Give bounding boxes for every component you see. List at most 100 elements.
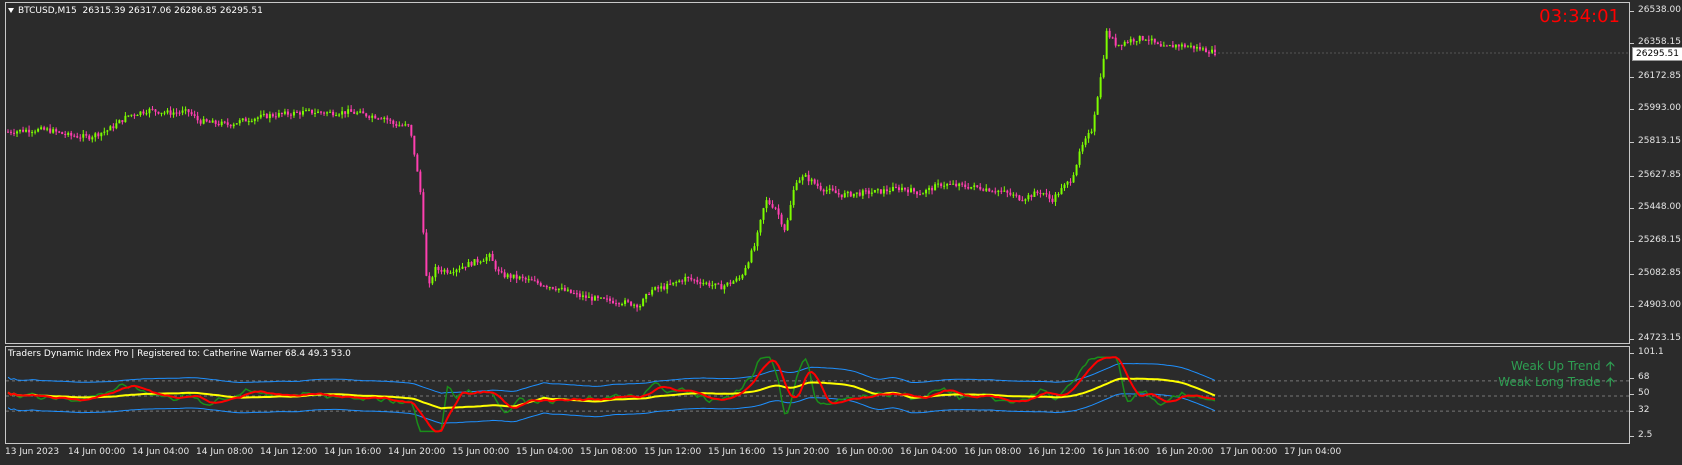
candle-body [1123,41,1126,46]
candle-body [756,232,759,247]
candle-body [1117,44,1120,46]
candle-body [10,131,13,133]
candle-body [265,113,268,119]
time-label: 15 Jun 20:00 [772,447,830,457]
candle-body [301,111,304,115]
candle-body [217,123,220,126]
candle-body [663,286,666,290]
candle-body [1183,44,1186,47]
candle-body [584,295,587,298]
candle-body [368,116,371,118]
candle-body [392,120,395,124]
candle-body [1087,132,1090,139]
candle-body [344,111,347,114]
candle-body [518,276,521,279]
collapse-arrow-icon[interactable] [8,8,14,13]
candle-body [1108,30,1111,38]
tdi-upper-band [7,362,1216,394]
candle-body [431,277,434,284]
candle-body [473,259,476,266]
candle-body [1024,199,1027,201]
candle-body [672,282,675,285]
candle-body [961,183,964,185]
candle-body [946,183,949,186]
candle-body [979,186,982,190]
time-label: 17 Jun 00:00 [1220,447,1278,457]
candle-body [55,129,58,132]
candle-body [599,297,602,299]
candle-body [280,112,283,114]
chart-window[interactable]: BTCUSD,M15 26315.39 26317.06 26286.85 26… [0,0,1682,465]
candle-body [1168,45,1171,47]
candle-body [765,200,768,209]
candle-body [1099,77,1102,98]
candle-body [37,128,40,132]
candle-body [988,188,991,192]
candle-body [121,120,124,123]
candle-body [973,185,976,187]
candle-body [25,129,28,132]
candle-body [557,288,560,291]
candle-body [259,114,262,118]
candle-body [1162,45,1165,47]
candle-body [1144,39,1147,41]
candle-body [633,304,636,306]
candle-body [52,129,55,133]
candle-body [274,116,277,118]
candle-body [816,183,819,186]
candle-body [846,191,849,194]
candle-body [1081,144,1084,152]
candle-body [903,187,906,190]
candle-body [509,274,512,278]
candle-body [386,117,389,120]
candle-body [323,112,326,114]
candle-body [651,289,654,295]
candle-body [488,253,491,258]
symbol-header: BTCUSD,M15 26315.39 26317.06 26286.85 26… [8,6,263,16]
candle-body [482,260,485,262]
candle-body [870,192,873,194]
candle-body [1156,42,1159,44]
candle-body [383,117,386,120]
candle-body [675,282,678,284]
candle-body [780,214,783,225]
candle-body [34,131,37,133]
candle-body [964,184,967,188]
candle-body [681,280,684,282]
candle-body [503,272,506,278]
candle-body [569,289,572,294]
candle-body [88,135,91,140]
candle-body [292,111,295,116]
candle-body [732,281,735,284]
candle-body [304,110,307,112]
candle-body [955,183,958,187]
candle-body [593,296,596,301]
candle-body [922,193,925,195]
indicator-level-label: 2.5 [1638,430,1653,440]
candle-body [286,111,289,115]
candle-body [587,296,590,298]
candle-body [1063,184,1066,189]
candle-body [627,300,630,302]
candle-body [810,179,813,182]
candle-body [374,115,377,119]
indicator-scale[interactable]: 101.1 68 50 32 2.5 [1630,0,1682,465]
candle-body [1018,195,1021,201]
candle-body [639,306,642,308]
candle-body [858,192,861,196]
indicator-level-label: 101.1 [1638,347,1664,357]
candle-body [991,191,994,193]
candle-body [365,113,368,117]
candle-body [900,187,903,191]
candle-body [789,205,792,221]
candle-body [419,171,422,193]
ohlc-values: 26315.39 26317.06 26286.85 26295.51 [82,6,263,16]
candle-body [491,253,494,261]
candle-body [1033,191,1036,197]
candle-body [497,269,500,272]
candle-body [1084,138,1087,145]
candle-body [1138,36,1141,42]
candle-body [437,267,440,271]
candle-body [1066,181,1069,185]
candle-body [1060,188,1063,195]
